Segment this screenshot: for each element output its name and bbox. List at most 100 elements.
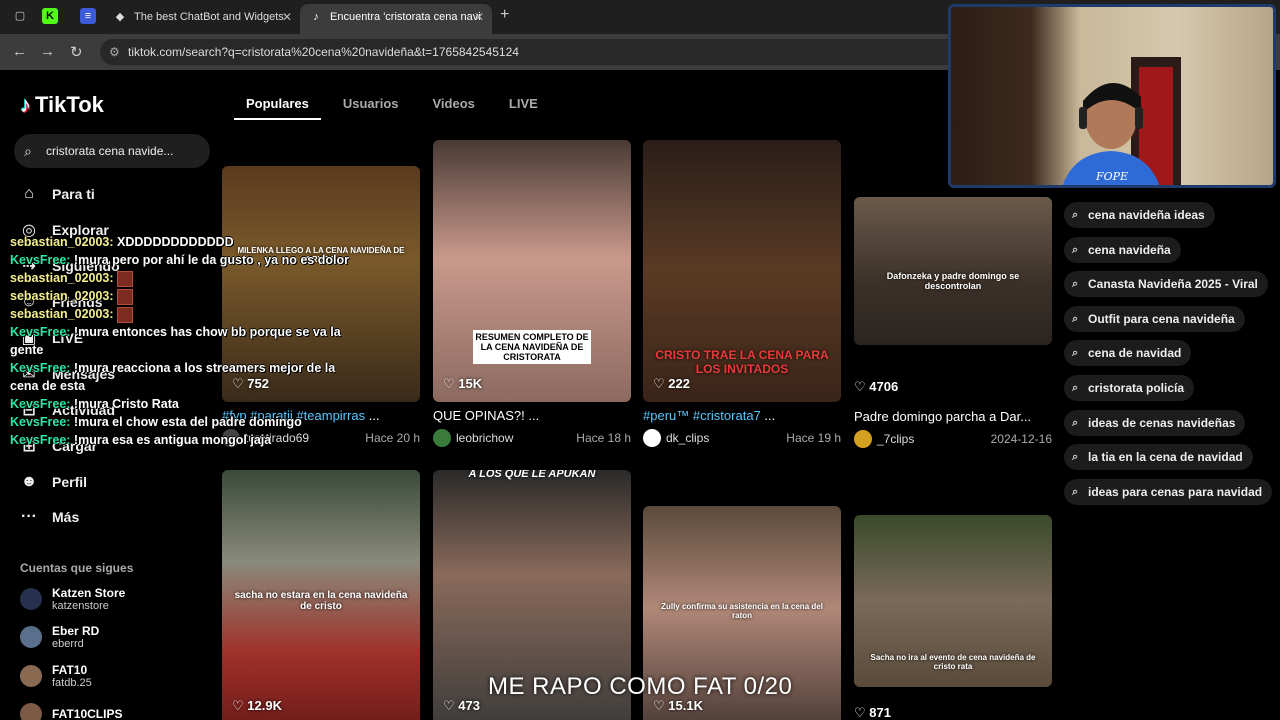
chat-message: KevsFree: !mura entonces has chow bb por… xyxy=(10,325,341,357)
emote-icon xyxy=(117,306,134,323)
diamond-icon: ◆ xyxy=(115,11,125,23)
video-thumbnail[interactable]: RESUMEN COMPLETO DE LA CENA NAVIDEÑA DE … xyxy=(433,140,631,402)
video-card[interactable]: Sacha no ira al evento de cena navideña … xyxy=(854,515,1052,720)
sidebar-item-mas[interactable]: ··· Más xyxy=(20,503,79,531)
tab-chatbot[interactable]: ◆ The best ChatBot and Widgets ✕ xyxy=(104,4,300,34)
sidebar-item-perfil[interactable]: ☻ Perfil xyxy=(20,468,87,496)
search-icon: ⌕ xyxy=(1072,381,1079,394)
following-account[interactable]: FAT10 fatdb.25 xyxy=(20,660,92,692)
reload-icon[interactable]: ↻ xyxy=(70,43,83,61)
tab-usuarios[interactable]: Usuarios xyxy=(331,92,411,120)
emote-icon xyxy=(117,270,134,287)
video-time: Hace 19 h xyxy=(786,431,841,445)
tiktok-note-icon: ♪ xyxy=(20,92,31,117)
chat-message: KevsFree: !mura reacciona a los streamer… xyxy=(10,361,336,393)
related-searches: ⌕ cena navideña ideas ⌕ cena navideña ⌕ Can… xyxy=(1064,202,1274,513)
webcam-overlay: FOPE xyxy=(948,4,1276,188)
following-account[interactable]: Katzen Store katzenstore xyxy=(20,583,125,615)
following-account[interactable]: FAT10CLIPS xyxy=(20,698,122,720)
search-icon: ⌕ xyxy=(1072,451,1079,464)
tiktok-icon: ♪ xyxy=(313,11,319,23)
search-icon: ⌕ xyxy=(1072,209,1079,221)
video-author[interactable]: leobrichow xyxy=(456,431,513,445)
search-icon: ⌕ xyxy=(1072,312,1079,325)
avatar xyxy=(20,703,42,720)
back-icon[interactable]: ← xyxy=(12,43,27,60)
streamer-figure xyxy=(1062,57,1181,185)
tab-overview-icon[interactable]: ▢ xyxy=(12,8,28,24)
emote-icon xyxy=(117,288,134,305)
video-author[interactable]: _7clips xyxy=(877,432,914,446)
related-search-chip[interactable]: ⌕ ideas de cenas navideñas xyxy=(1064,409,1246,436)
video-card[interactable]: CRISTO TRAE LA CENA PARA LOS INVITADOS ♡… xyxy=(643,140,841,447)
search-icon: ⌕ xyxy=(1072,347,1079,360)
forward-icon[interactable]: → xyxy=(40,43,55,60)
site-info-icon[interactable]: ⚙ xyxy=(109,39,120,65)
tiktok-logo[interactable]: ♪ TikTok xyxy=(20,92,104,118)
stream-chat-overlay: sebastian_02003: XDDDDDDDDDDDD KevsFree:… xyxy=(10,233,360,449)
tab-live[interactable]: LIVE xyxy=(497,92,550,120)
video-time: Hace 20 h xyxy=(365,431,420,445)
home-icon: ⌂ xyxy=(24,185,34,202)
close-icon[interactable]: ✕ xyxy=(282,4,292,30)
avatar xyxy=(20,665,42,687)
kick-tab-icon[interactable]: K xyxy=(42,8,58,24)
related-search-chip[interactable]: ⌕ Canasta Navideña 2025 - Viral xyxy=(1064,271,1268,298)
webcam-label: FOPE xyxy=(1095,170,1129,183)
chat-message: sebastian_02003: XDDDDDDDDDDDD xyxy=(10,235,234,249)
video-thumbnail[interactable]: Dafonzeka y padre domingo se descontrola… xyxy=(854,197,1052,345)
avatar xyxy=(643,429,661,447)
profile-icon: ☻ xyxy=(20,473,38,490)
video-thumbnail[interactable]: CRISTO TRAE LA CENA PARA LOS INVITADOS ♡… xyxy=(643,140,841,402)
video-time: 2024-12-16 xyxy=(990,432,1052,446)
search-input[interactable]: ⌕ cristorata cena navide... xyxy=(14,134,210,168)
tab-tiktok[interactable]: ♪ Encuentra 'cristorata cena navi ✕ xyxy=(300,4,492,34)
play-count: ♡ 473 xyxy=(443,698,480,713)
avatar xyxy=(433,429,451,447)
url-input[interactable]: ⚙ tiktok.com/search?q=cristorata%20cena%… xyxy=(100,39,960,65)
related-search-chip[interactable]: ⌕ cena de navidad xyxy=(1064,340,1192,367)
chat-message: sebastian_02003: xyxy=(10,269,360,287)
search-icon: ⌕ xyxy=(1072,243,1079,256)
pinned-tab-icon[interactable]: ≡ xyxy=(80,8,96,24)
video-card[interactable]: Dafonzeka y padre domingo se descontrola… xyxy=(854,197,1052,448)
avatar xyxy=(20,626,42,648)
video-thumbnail[interactable]: sacha no estara en la cena navideña de c… xyxy=(222,470,420,720)
tab-videos[interactable]: Videos xyxy=(421,92,487,120)
related-search-chip[interactable]: ⌕ cristorata policía xyxy=(1064,374,1195,401)
stream-caption: ME RAPO COMO FAT 0/20 xyxy=(488,673,793,700)
chat-message: KevsFree: !mura esa es antigua mongol ja… xyxy=(10,433,272,447)
related-search-chip[interactable]: ⌕ la tia en la cena de navidad xyxy=(1064,444,1253,471)
new-tab-icon[interactable]: + xyxy=(500,6,509,24)
chat-message: KevsFree: !mura Cristo Rata xyxy=(10,397,179,411)
video-time: Hace 18 h xyxy=(576,431,631,445)
video-card[interactable]: RESUMEN COMPLETO DE LA CENA NAVIDEÑA DE … xyxy=(433,140,631,447)
play-count: ♡ 15K xyxy=(443,376,483,391)
chat-message: sebastian_02003: xyxy=(10,287,360,305)
related-search-chip[interactable]: ⌕ cena navideña xyxy=(1064,236,1181,263)
video-author[interactable]: dk_clips xyxy=(666,431,709,445)
sidebar-item-para-ti[interactable]: ⌂ Para ti xyxy=(20,180,95,208)
close-icon[interactable]: ✕ xyxy=(474,4,484,30)
video-card[interactable]: sacha no estara en la cena navideña de c… xyxy=(222,470,420,720)
related-search-chip[interactable]: ⌕ Outfit para cena navideña xyxy=(1064,305,1245,332)
search-icon: ⌕ xyxy=(1072,416,1079,429)
search-tabs: Populares Usuarios Videos LIVE xyxy=(234,92,560,120)
more-icon: ··· xyxy=(21,508,37,525)
search-icon: ⌕ xyxy=(24,143,32,159)
play-count: ♡ 4706 xyxy=(854,379,899,394)
following-account[interactable]: Eber RD eberrd xyxy=(20,621,99,653)
tab-populares[interactable]: Populares xyxy=(234,92,321,120)
related-search-chip[interactable]: ⌕ ideas para cenas para navidad xyxy=(1064,478,1273,505)
video-description[interactable]: QUE OPINAS?! ... xyxy=(433,408,631,423)
video-description[interactable]: Padre domingo parcha a Dar... xyxy=(854,409,1052,424)
related-search-chip[interactable]: ⌕ cena navideña ideas xyxy=(1064,202,1215,228)
video-thumbnail[interactable]: Sacha no ira al evento de cena navideña … xyxy=(854,515,1052,687)
avatar xyxy=(20,588,42,610)
following-title: Cuentas que sigues xyxy=(20,561,134,575)
video-description[interactable]: #peru™ #cristorata7 ... xyxy=(643,408,841,423)
play-count: ♡ 871 xyxy=(854,705,891,720)
play-count: ♡ 12.9K xyxy=(232,698,282,713)
search-icon: ⌕ xyxy=(1072,278,1079,291)
play-count: ♡ 222 xyxy=(653,376,690,391)
